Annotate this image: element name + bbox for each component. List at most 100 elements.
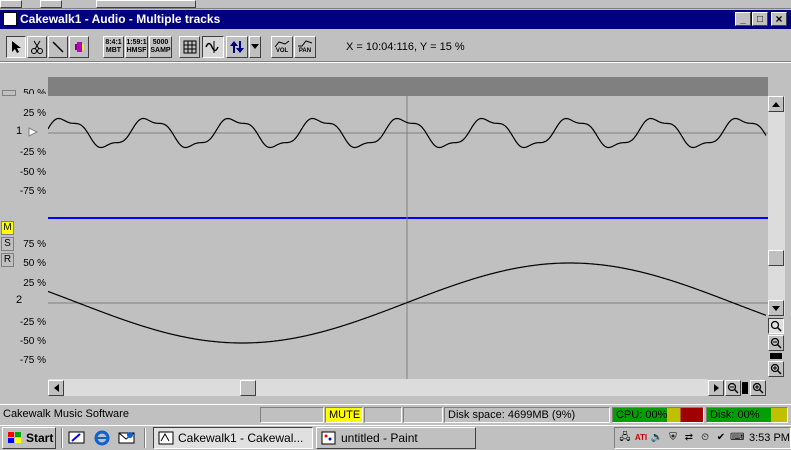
horizontal-zoom-slider[interactable] — [742, 382, 748, 394]
app-icon[interactable] — [3, 12, 17, 26]
zoom-in-vertical-button[interactable] — [768, 318, 784, 334]
show-desktop-icon[interactable] — [68, 430, 86, 446]
arrow-left-icon — [53, 384, 59, 392]
status-empty-cell — [364, 407, 402, 423]
shield-icon[interactable]: ⛨ — [666, 432, 680, 444]
track-2-y-label: 25 % — [23, 278, 46, 289]
parent-toolbar-button[interactable] — [40, 0, 62, 8]
network-icon[interactable]: 🖧 — [618, 432, 632, 444]
keyboard-icon[interactable]: ⌨ — [730, 432, 744, 444]
scroll-left-button[interactable] — [48, 380, 64, 396]
quick-launch-separator — [61, 428, 63, 448]
parent-toolbar-button[interactable] — [0, 0, 22, 8]
arrow-cursor-icon — [12, 41, 21, 53]
disk-space-indicator: Disk space: 4699MB (9%) — [444, 407, 610, 423]
parent-toolbar-strip — [0, 0, 791, 9]
toolbar-divider — [0, 61, 791, 63]
dropdown-arrow-button[interactable] — [249, 36, 261, 58]
cpu-meter: CPU: 00% — [612, 407, 704, 423]
status-empty-cell — [403, 407, 443, 423]
magnifier-icon — [770, 320, 782, 332]
draw-line-tool-button[interactable] — [48, 36, 68, 58]
mute-button[interactable]: M — [1, 221, 14, 235]
status-app-name: Cakewalk Music Software — [3, 408, 129, 420]
minimize-button[interactable]: _ — [735, 12, 751, 26]
outlook-express-icon[interactable] — [118, 430, 136, 446]
scroll-down-button[interactable] — [768, 300, 784, 316]
scroll-up-button[interactable] — [768, 96, 784, 112]
cursor-position-readout: X = 10:04:116, Y = 15 % — [346, 41, 465, 53]
volume-icon[interactable]: 🔈 — [650, 432, 664, 444]
up-down-arrows-icon — [230, 41, 244, 53]
track-1-number: 1 — [16, 125, 23, 137]
disk-meter: Disk: 00% — [706, 407, 788, 423]
snap-waveform-button[interactable] — [202, 36, 224, 58]
zoom-out-horizontal-button[interactable] — [725, 380, 741, 396]
time-format-mbt-button[interactable]: 8:4:1 MBT — [103, 36, 124, 58]
zoom-out-icon — [727, 382, 739, 394]
taskbar-cakewalk-button[interactable]: Cakewalk1 - Cakewal... — [153, 427, 313, 449]
zoom-in-icon — [770, 363, 782, 375]
volume-envelope-button[interactable]: VOL — [271, 36, 293, 58]
taskbar-paint-button[interactable]: untitled - Paint — [316, 427, 476, 449]
arrow-right-icon — [713, 384, 719, 392]
zoom-in-vertical-plus-button[interactable] — [768, 361, 784, 377]
paint-app-icon — [321, 431, 336, 445]
time-format-samp-button[interactable]: 5000 SAMP — [149, 36, 172, 58]
start-button[interactable]: Start — [2, 427, 56, 449]
internet-explorer-icon[interactable] — [94, 430, 112, 446]
scissors-icon — [31, 40, 43, 54]
close-button[interactable]: × — [771, 12, 787, 26]
vertical-scroll-thumb[interactable] — [768, 250, 784, 266]
scroll-right-button[interactable] — [708, 380, 724, 396]
cakewalk-app-icon — [158, 431, 174, 445]
vertical-scrollbar[interactable] — [768, 96, 785, 316]
maximize-button[interactable]: □ — [752, 12, 768, 26]
up-down-arrows-button[interactable] — [226, 36, 248, 58]
clock[interactable]: 3:53 PM — [749, 432, 790, 444]
track-1-y-label: 25 % — [23, 108, 46, 119]
title-bar[interactable]: Cakewalk1 - Audio - Multiple tracks _ □ … — [0, 10, 791, 29]
horizontal-scroll-thumb[interactable] — [240, 380, 256, 396]
envelope-icon — [274, 40, 290, 48]
time-format-hmsf-button[interactable]: 1:59:1 HMSF — [125, 36, 148, 58]
parent-toolbar-button[interactable] — [96, 0, 196, 8]
track-1-y-label: -25 % — [19, 147, 46, 158]
arrow-up-icon — [772, 101, 780, 107]
security-icon[interactable]: ✔ — [714, 432, 728, 444]
window-title: Cakewalk1 - Audio - Multiple tracks — [20, 12, 221, 26]
track-2-number: 2 — [16, 294, 23, 306]
arrow-down-icon — [772, 305, 780, 311]
pan-envelope-button[interactable]: PAN — [294, 36, 316, 58]
status-empty-cell — [260, 407, 324, 423]
track-2-y-label: -25 % — [19, 317, 46, 328]
zoom-out-vertical-button[interactable] — [768, 335, 784, 351]
track-2-y-label: -50 % — [19, 336, 46, 347]
timeline-header — [48, 77, 768, 96]
track-1-y-label: 50 % — [23, 88, 46, 94]
grid-icon — [183, 40, 196, 54]
connection-icon[interactable]: ⇄ — [682, 432, 696, 444]
quick-launch-separator — [144, 428, 146, 448]
waveform-canvas[interactable] — [48, 96, 768, 379]
grid-button[interactable] — [179, 36, 200, 58]
track-2-y-label: 75 % — [23, 239, 46, 250]
chevron-down-icon — [251, 44, 259, 49]
zoom-out-icon — [770, 337, 782, 349]
waveform-icon — [205, 41, 219, 53]
track-1-y-label: -50 % — [19, 167, 46, 178]
track-2-y-label: 50 % — [23, 258, 46, 269]
scissors-tool-button[interactable] — [27, 36, 47, 58]
line-icon — [52, 41, 64, 53]
horizontal-scrollbar[interactable] — [48, 379, 708, 396]
track-1-y-label: -75 % — [19, 186, 46, 197]
envelope-icon — [298, 40, 313, 47]
zoom-in-icon — [752, 382, 764, 394]
vertical-zoom-slider[interactable] — [770, 353, 782, 359]
audio-scrub-tool-button[interactable] — [69, 36, 89, 58]
mute-indicator: MUTE — [325, 407, 363, 423]
zoom-in-horizontal-button[interactable] — [750, 380, 766, 396]
display-icon[interactable]: ATI — [634, 432, 648, 444]
select-tool-button[interactable] — [6, 36, 26, 58]
scheduler-icon[interactable]: ⏲ — [698, 432, 712, 444]
